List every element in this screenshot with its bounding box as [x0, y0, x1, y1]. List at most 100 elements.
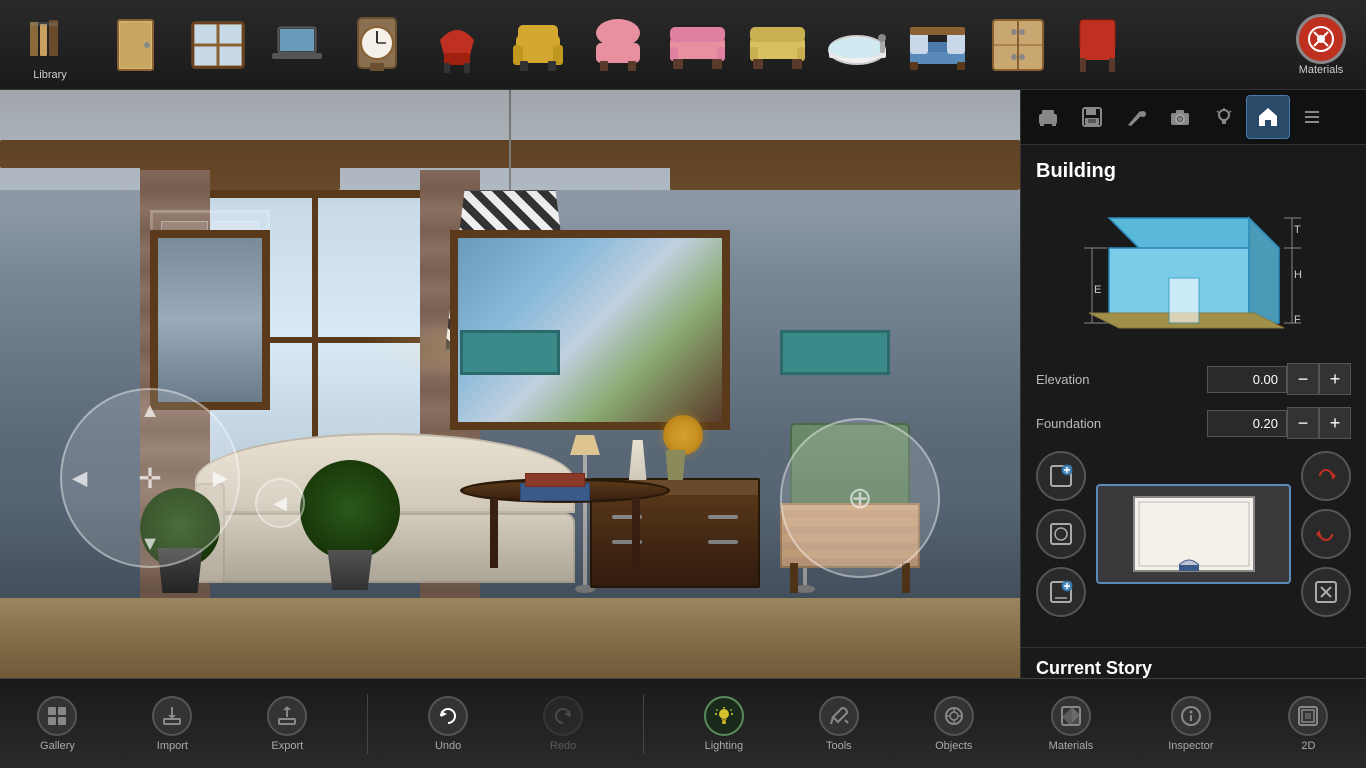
inspector-label: Inspector: [1168, 740, 1213, 752]
flip-floor-button[interactable]: [1301, 509, 1351, 559]
objects-label: Objects: [935, 740, 972, 752]
furniture-clock[interactable]: [340, 10, 415, 80]
nav-left[interactable]: ◀: [72, 466, 87, 491]
panel-tool-light[interactable]: [1202, 95, 1246, 139]
furniture-bathtub[interactable]: [820, 10, 895, 80]
export-button[interactable]: Export: [252, 691, 322, 757]
panel-tool-save[interactable]: [1070, 95, 1114, 139]
table-books-2: [525, 473, 585, 487]
furniture-bed[interactable]: [900, 10, 975, 80]
library-button[interactable]: Library: [10, 4, 90, 86]
nav-center: ✛: [138, 462, 161, 495]
furniture-sofa-yellow[interactable]: [740, 10, 815, 80]
nav-up[interactable]: ▲: [140, 400, 160, 423]
undo-button[interactable]: Undo: [413, 691, 483, 757]
panel-tool-home[interactable]: [1246, 95, 1290, 139]
inspector-button[interactable]: Inspector: [1153, 691, 1228, 757]
plant-leaves-right: [300, 460, 400, 560]
coffee-table: [460, 478, 670, 588]
foundation-decrease[interactable]: −: [1287, 407, 1319, 439]
redo-button[interactable]: Redo: [528, 691, 598, 757]
lighting-button[interactable]: Lighting: [689, 691, 759, 757]
furniture-sofa-pink[interactable]: [660, 10, 735, 80]
foundation-label: Foundation: [1036, 416, 1207, 431]
floor: [0, 598, 1020, 678]
furniture-cabinet[interactable]: [980, 10, 1055, 80]
nav-down[interactable]: ▼: [140, 533, 160, 556]
lighting-label: Lighting: [705, 740, 744, 752]
materials-bottom-button[interactable]: Materials: [1034, 691, 1109, 757]
redo-icon: [543, 696, 583, 736]
panel-tool-list[interactable]: [1290, 95, 1334, 139]
furniture-armchair-yellow[interactable]: [500, 10, 575, 80]
furniture-chair-red[interactable]: [420, 10, 495, 80]
foundation-input[interactable]: [1207, 410, 1287, 437]
inspector-icon: [1171, 696, 1211, 736]
panel-tool-paint[interactable]: [1114, 95, 1158, 139]
tools-icon: [819, 696, 859, 736]
building-title: Building: [1036, 160, 1351, 183]
materials-label: Materials: [1299, 64, 1344, 76]
add-element-button[interactable]: [1036, 567, 1086, 617]
2d-label: 2D: [1301, 740, 1315, 752]
nav-zoom-circle[interactable]: ◀: [255, 478, 305, 528]
story-settings-button[interactable]: [1036, 509, 1086, 559]
gallery-button[interactable]: Gallery: [22, 691, 92, 757]
foundation-increase[interactable]: +: [1319, 407, 1351, 439]
furniture-door[interactable]: [100, 10, 175, 80]
panel-tool-camera[interactable]: [1158, 95, 1202, 139]
flower-bloom: [663, 415, 703, 455]
panel-tool-furniture[interactable]: [1026, 95, 1070, 139]
delete-floor-button[interactable]: [1301, 567, 1351, 617]
ceiling-beam-3: [670, 162, 1020, 190]
elevation-input[interactable]: [1207, 366, 1287, 393]
vase: [625, 440, 650, 480]
lighting-icon: [704, 696, 744, 736]
furniture-dining-chair[interactable]: [1060, 10, 1135, 80]
current-story-title: Current Story: [1021, 647, 1366, 678]
svg-text:T: T: [1294, 224, 1301, 236]
chair-leg-2: [902, 563, 910, 593]
lamp-cord: [509, 90, 511, 190]
elevation-decrease[interactable]: −: [1287, 363, 1319, 395]
export-icon: [267, 696, 307, 736]
gallery-label: Gallery: [40, 740, 75, 752]
2d-icon: [1288, 696, 1328, 736]
2d-button[interactable]: 2D: [1273, 691, 1343, 757]
materials-bottom-label: Materials: [1049, 740, 1094, 752]
viewport[interactable]: ✛ ▲ ▼ ◀ ▶ ◀ ⊕: [0, 90, 1020, 678]
materials-button[interactable]: Materials: [1286, 9, 1356, 81]
top-toolbar: Library: [0, 0, 1366, 90]
tools-button[interactable]: Tools: [804, 691, 874, 757]
import-label: Import: [157, 740, 188, 752]
nav-rotate[interactable]: ⊕: [780, 418, 940, 578]
building-3d-svg: T H E F: [1079, 198, 1309, 348]
add-story-button[interactable]: [1036, 451, 1086, 501]
svg-text:E: E: [1094, 284, 1101, 296]
rotate-floor-button[interactable]: [1301, 451, 1351, 501]
import-button[interactable]: Import: [137, 691, 207, 757]
building-section: Building T H: [1021, 145, 1366, 647]
elevation-increase[interactable]: +: [1319, 363, 1351, 395]
furniture-window[interactable]: [180, 10, 255, 80]
import-icon: [152, 696, 192, 736]
chair-leg-1: [790, 563, 798, 593]
furniture-chair-pink[interactable]: [580, 10, 655, 80]
objects-button[interactable]: Objects: [919, 691, 989, 757]
svg-text:H: H: [1294, 269, 1302, 281]
redo-label: Redo: [550, 740, 576, 752]
nav-rotate-icon: ⊕: [847, 481, 872, 516]
nav-arrows[interactable]: ✛ ▲ ▼ ◀ ▶: [60, 388, 240, 568]
elevation-label: Elevation: [1036, 372, 1207, 387]
table-leg-1: [490, 498, 498, 568]
right-panel: Building T H: [1020, 90, 1366, 678]
undo-label: Undo: [435, 740, 461, 752]
flower-pot: [663, 450, 688, 480]
wall-art-teal-left: [460, 330, 560, 375]
wall-art-teal-right: [780, 330, 890, 375]
nav-right[interactable]: ▶: [213, 466, 228, 491]
furniture-laptop[interactable]: [260, 10, 335, 80]
panel-toolbar: [1021, 90, 1366, 145]
floor-plan-preview[interactable]: [1096, 484, 1291, 584]
objects-icon: [934, 696, 974, 736]
